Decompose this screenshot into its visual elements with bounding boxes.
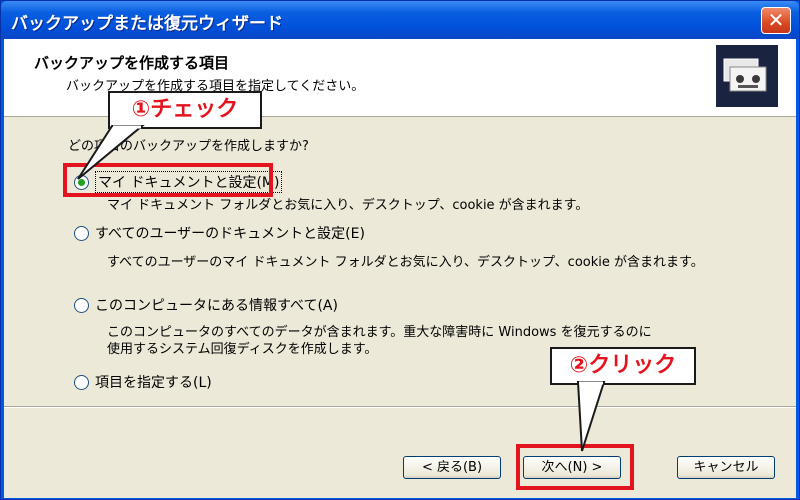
option-description: マイ ドキュメント フォルダとお気に入り、デスクトップ、cookie が含まれま… [107,198,589,213]
callout-check: ①チェック [108,91,262,129]
window-title: バックアップまたは復元ウィザード [11,14,283,34]
dialog-body: バックアップを作成する項目 バックアップを作成する項目を指定してください。 どの… [4,39,796,498]
footer-divider [4,406,796,408]
radio-choose-items[interactable]: 項目を指定する(L) [74,371,212,393]
radio-all-information[interactable]: このコンピュータにある情報すべて(A) [74,294,338,316]
radio-button[interactable] [74,297,89,313]
radio-button[interactable] [74,225,89,241]
cancel-button[interactable]: キャンセル [677,456,775,479]
callout-check-pointer [77,125,145,180]
callout-click: ②クリック [550,347,696,385]
backup-tapes-icon [716,45,778,107]
title-bar[interactable]: バックアップまたは復元ウィザード ✕ [1,1,799,39]
close-icon: ✕ [767,8,785,32]
radio-all-users[interactable]: すべてのユーザーのドキュメントと設定(E) [74,222,365,244]
option-label: このコンピュータにある情報すべて(A) [95,298,338,314]
option-description: このコンピュータのすべてのデータが含まれます。重大な障害時に Windows を… [107,325,652,340]
option-label: すべてのユーザーのドキュメントと設定(E) [95,226,365,242]
back-button[interactable]: < 戻る(B) [403,456,501,479]
option-label: 項目を指定する(L) [95,375,212,391]
wizard-window: バックアップまたは復元ウィザード ✕ バックアップを作成する項目 バックアップを… [0,0,800,500]
radio-button[interactable] [74,374,89,390]
option-description: 使用するシステム回復ディスクを作成します。 [107,342,378,357]
option-description: すべてのユーザーのマイ ドキュメント フォルダとお気に入り、デスクトップ、coo… [107,255,704,270]
callout-click-pointer [576,381,606,452]
close-button[interactable]: ✕ [761,7,791,34]
page-title: バックアップを作成する項目 [34,54,230,72]
